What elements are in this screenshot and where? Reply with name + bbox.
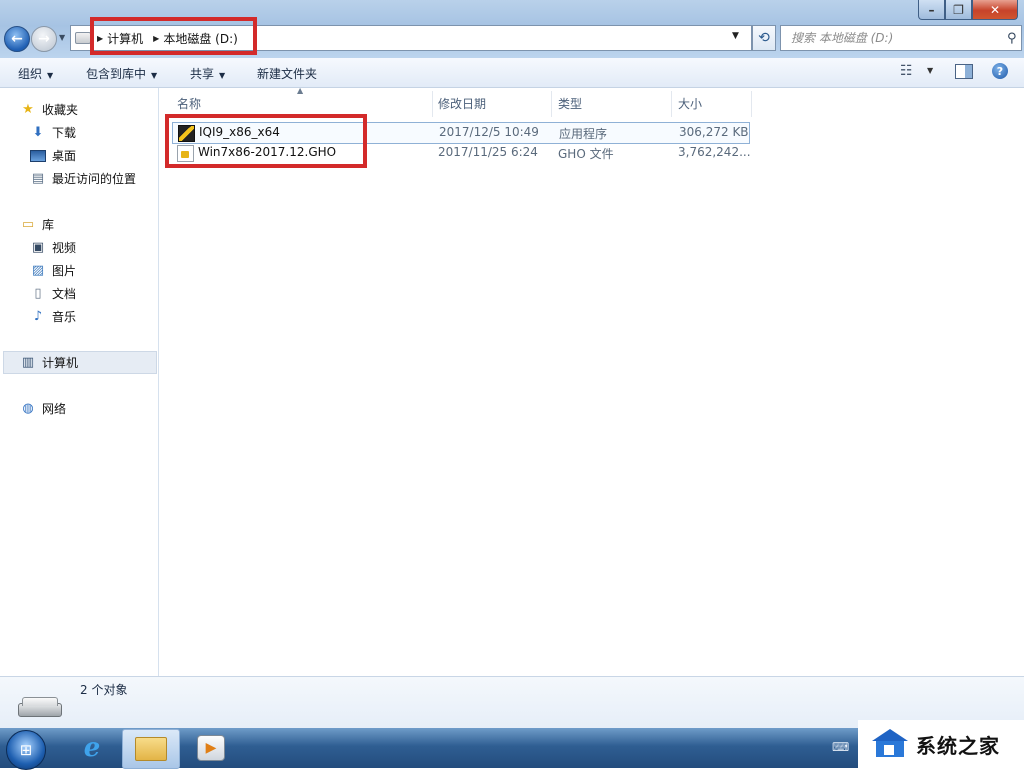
file-type: GHO 文件: [558, 147, 614, 161]
nav-videos-label: 视频: [52, 241, 77, 255]
recent-pages-dropdown[interactable]: ▼: [59, 33, 65, 42]
nav-pictures[interactable]: ▨ 图片: [30, 262, 76, 279]
column-header-size[interactable]: 大小: [678, 95, 702, 112]
music-note-icon: ♪: [33, 309, 43, 324]
nav-network[interactable]: ◍ 网络: [20, 400, 66, 417]
nav-videos[interactable]: ▣ 视频: [30, 239, 76, 256]
nav-favorites-label: 收藏夹: [42, 103, 79, 117]
share-label: 共享: [190, 67, 215, 81]
network-icon: ◍: [22, 401, 34, 416]
column-divider[interactable]: [432, 91, 433, 117]
view-options-dropdown[interactable]: ▼: [927, 66, 933, 75]
item-count: 2 个对象: [80, 683, 128, 697]
start-button[interactable]: ⊞: [6, 730, 46, 770]
nav-computer-label: 计算机: [42, 356, 79, 370]
include-in-library-label: 包含到库中: [86, 67, 147, 81]
organize-label: 组织: [18, 67, 43, 81]
chevron-down-icon: ▼: [151, 71, 158, 80]
taskbar-media-player[interactable]: ▶: [183, 729, 239, 767]
nav-desktop[interactable]: 桌面: [30, 147, 76, 164]
file-type: 应用程序: [559, 127, 608, 141]
watermark-text: 系统之家: [916, 733, 1000, 758]
file-modified: 2017/12/5 10:49: [439, 125, 539, 139]
nav-network-label: 网络: [42, 402, 67, 416]
media-player-icon: ▶: [197, 735, 225, 761]
nav-desktop-label: 桌面: [52, 149, 77, 163]
nav-recent-label: 最近访问的位置: [52, 172, 137, 186]
address-history-dropdown[interactable]: ▼: [732, 31, 739, 41]
taskbar-internet-explorer[interactable]: e: [64, 729, 120, 767]
change-view-icon[interactable]: ☷: [900, 63, 913, 79]
nav-libraries-label: 库: [42, 218, 55, 232]
include-in-library-menu[interactable]: 包含到库中 ▼: [86, 65, 157, 82]
nav-downloads[interactable]: ⬇ 下载: [30, 124, 76, 141]
column-header-type[interactable]: 类型: [558, 95, 582, 112]
search-icon[interactable]: ⚲: [1007, 31, 1017, 46]
nav-computer[interactable]: ▥ 计算机: [3, 351, 157, 374]
preview-pane-icon[interactable]: [955, 64, 973, 79]
nav-music[interactable]: ♪ 音乐: [30, 308, 76, 325]
nav-recent-places[interactable]: ▤ 最近访问的位置: [30, 170, 136, 187]
keyboard-icon[interactable]: ⌨: [832, 740, 849, 754]
chevron-down-icon: ▼: [47, 71, 54, 80]
forward-button[interactable]: →: [31, 26, 57, 52]
search-box[interactable]: ⚲: [780, 25, 1022, 51]
sort-ascending-icon: ▲: [297, 86, 304, 95]
column-header-name[interactable]: 名称: [177, 95, 201, 112]
nav-documents-label: 文档: [52, 287, 77, 301]
nav-libraries[interactable]: ▭ 库: [20, 216, 54, 233]
hard-drive-icon: [18, 697, 62, 717]
taskbar-windows-explorer[interactable]: [122, 729, 180, 769]
internet-explorer-icon: e: [83, 733, 101, 763]
nav-documents[interactable]: ▯ 文档: [30, 285, 76, 302]
folder-icon: [135, 737, 167, 761]
nav-music-label: 音乐: [52, 310, 77, 324]
column-divider[interactable]: [671, 91, 672, 117]
downloads-folder-icon: ⬇: [32, 125, 44, 140]
windows-logo-icon: ⊞: [19, 741, 33, 759]
file-size: 306,272 KB: [679, 125, 749, 139]
files-highlight-box: [165, 114, 367, 168]
maximize-button[interactable]: ❐: [945, 0, 972, 20]
watermark-logo: 系统之家: [858, 720, 1024, 768]
house-logo-icon: [870, 729, 910, 759]
close-button[interactable]: ✕: [972, 0, 1018, 20]
recent-places-icon: ▤: [31, 171, 45, 186]
address-highlight-box: [90, 17, 257, 55]
chevron-down-icon: ▼: [219, 71, 226, 80]
video-icon: ▣: [31, 240, 45, 255]
star-icon: ★: [22, 102, 34, 117]
window-controls: – ❐ ✕: [918, 0, 1018, 20]
drive-icon: [75, 32, 91, 44]
nav-downloads-label: 下载: [52, 126, 77, 140]
column-header-modified[interactable]: 修改日期: [438, 95, 486, 112]
new-folder-button[interactable]: 新建文件夹: [257, 65, 317, 82]
computer-icon: ▥: [21, 355, 35, 370]
library-icon: ▭: [21, 217, 35, 232]
organize-menu[interactable]: 组织 ▼: [18, 65, 53, 82]
desktop-icon: [30, 148, 46, 164]
pictures-icon: ▨: [31, 263, 45, 278]
minimize-button[interactable]: –: [918, 0, 945, 20]
file-size: 3,762,242...: [678, 145, 751, 159]
share-menu[interactable]: 共享 ▼: [190, 65, 225, 82]
documents-icon: ▯: [34, 286, 42, 301]
refresh-button[interactable]: ⟲: [752, 25, 776, 51]
column-divider[interactable]: [551, 91, 552, 117]
arrow-left-icon: ←: [11, 31, 23, 47]
back-button[interactable]: ←: [4, 26, 30, 52]
arrow-right-icon: →: [38, 31, 50, 47]
column-divider[interactable]: [751, 91, 752, 117]
help-icon[interactable]: ?: [992, 63, 1008, 79]
nav-pictures-label: 图片: [52, 264, 77, 278]
nav-favorites[interactable]: ★ 收藏夹: [20, 101, 78, 118]
refresh-icon: ⟲: [758, 30, 770, 46]
search-input[interactable]: [789, 30, 1003, 46]
file-modified: 2017/11/25 6:24: [438, 145, 538, 159]
